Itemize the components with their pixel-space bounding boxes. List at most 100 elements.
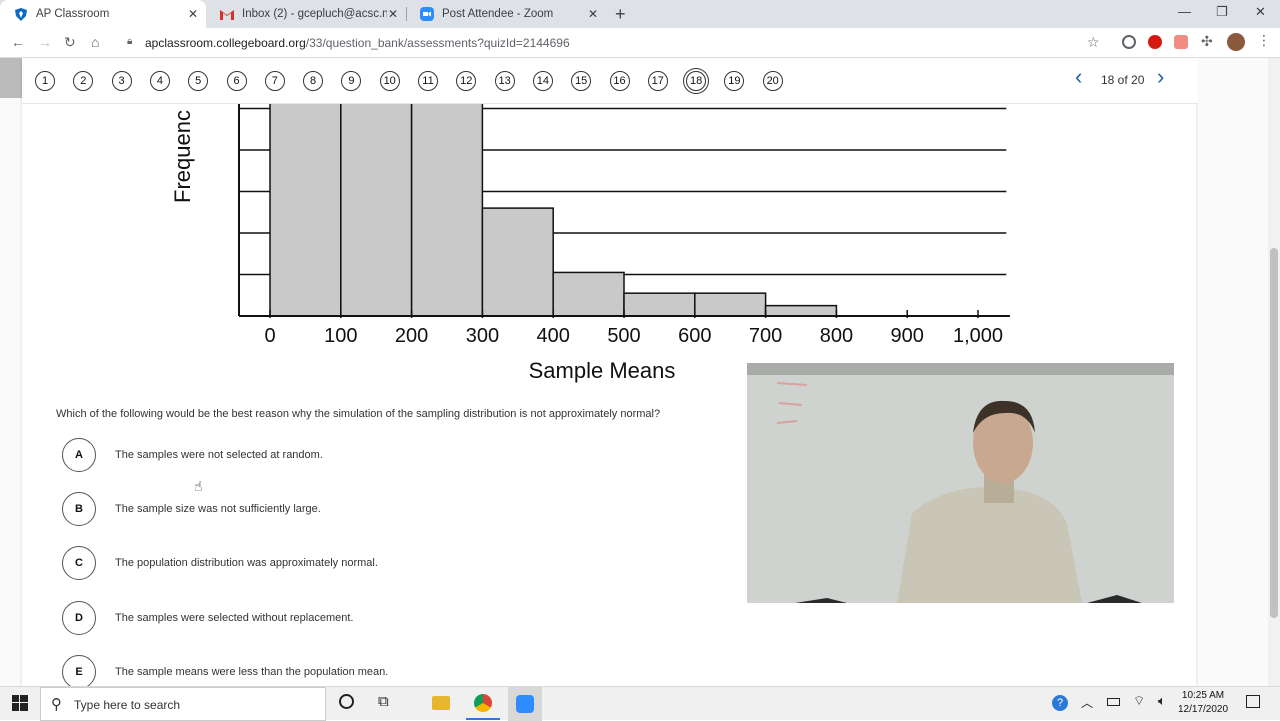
question-number-10[interactable]: 10 xyxy=(379,71,400,91)
question-number-16[interactable]: 16 xyxy=(609,71,630,91)
question-number-15[interactable]: 15 xyxy=(571,71,592,91)
bookmark-star-icon[interactable]: ☆ xyxy=(1087,34,1100,51)
answer-option-a[interactable]: A The samples were not selected at rando… xyxy=(62,438,323,472)
address-bar[interactable]: apclassroom.collegeboard.org/33/question… xyxy=(145,36,570,50)
answer-option-b[interactable]: B The sample size was not sufficiently l… xyxy=(62,492,321,526)
question-number-6[interactable]: 6 xyxy=(226,71,247,91)
tab-title: Inbox (2) - gcepluch@acsc.net - xyxy=(242,8,387,20)
question-card: 0 100 200 300 400 500 600 700 800 900 1,000 Freque… xyxy=(22,58,1196,686)
chart-bars xyxy=(269,99,838,317)
histogram-bar xyxy=(340,99,413,317)
close-window-icon[interactable]: ✕ xyxy=(1255,4,1266,20)
option-text: The population distribution was approxim… xyxy=(115,557,378,569)
wifi-icon[interactable]: ⌔ xyxy=(1133,693,1145,709)
close-tab-icon[interactable]: ✕ xyxy=(188,7,198,21)
question-number-11[interactable]: 11 xyxy=(418,71,438,91)
option-letter[interactable]: B xyxy=(62,492,96,526)
cortana-icon[interactable] xyxy=(339,694,354,709)
question-number-19[interactable]: 19 xyxy=(724,71,745,91)
question-number-9[interactable]: 9 xyxy=(341,71,362,91)
question-count: 18 of 20 xyxy=(1101,73,1145,87)
help-icon[interactable]: ? xyxy=(1052,695,1068,711)
lock-icon[interactable]: 🔒︎ xyxy=(127,36,132,47)
gmail-icon xyxy=(220,7,234,21)
extension-circle-icon[interactable] xyxy=(1122,35,1136,49)
profile-avatar[interactable] xyxy=(1227,33,1245,51)
answer-option-d[interactable]: D The samples were selected without repl… xyxy=(62,601,353,635)
option-letter[interactable]: A xyxy=(62,438,96,472)
taskbar-search-box[interactable]: ⚲ Type here to search xyxy=(40,687,326,721)
x-tick-label: 700 xyxy=(749,325,782,347)
x-tick-label: 500 xyxy=(607,325,640,347)
histogram-bar xyxy=(764,304,838,317)
chrome-taskbar-icon[interactable] xyxy=(474,694,492,712)
url-host: apclassroom.collegeboard.org xyxy=(145,36,306,50)
question-number-20[interactable]: 20 xyxy=(762,71,783,91)
zoom-taskbar-icon xyxy=(516,695,534,713)
histogram-bar xyxy=(410,99,484,317)
windows-start-icon[interactable] xyxy=(12,695,28,716)
question-number-2[interactable]: 2 xyxy=(73,71,94,91)
new-tab-icon[interactable]: + xyxy=(615,4,626,25)
x-tick-label: 0 xyxy=(264,325,275,347)
file-explorer-icon[interactable] xyxy=(432,696,450,710)
back-icon[interactable]: ← xyxy=(11,34,25,50)
previous-question-icon[interactable]: ‹ xyxy=(1075,64,1082,90)
show-hidden-icons-icon[interactable]: ︿ xyxy=(1081,694,1093,711)
option-text: The sample size was not sufficiently lar… xyxy=(115,503,321,515)
clock-date: 12/17/2020 xyxy=(1178,704,1229,715)
question-number-4[interactable]: 4 xyxy=(149,71,170,91)
extensions-puzzle-icon[interactable]: ✣ xyxy=(1201,33,1213,50)
question-number-7[interactable]: 7 xyxy=(264,71,285,91)
option-text: The samples were selected without replac… xyxy=(115,612,354,624)
tab-gmail-inbox[interactable]: Inbox (2) - gcepluch@acsc.net - ✕ xyxy=(206,0,406,28)
question-number-12[interactable]: 12 xyxy=(456,71,477,91)
tab-ap-classroom[interactable]: AP Classroom ✕ xyxy=(0,0,206,28)
option-letter[interactable]: C xyxy=(62,546,96,580)
x-tick-label: 400 xyxy=(537,325,570,347)
browser-tab-strip: AP Classroom ✕ Inbox (2) - gcepluch@acsc… xyxy=(0,0,1280,28)
option-letter[interactable]: D xyxy=(62,601,96,635)
page-scrollbar[interactable] xyxy=(1268,58,1280,686)
question-number-1[interactable]: 1 xyxy=(35,71,55,91)
screencast-extension-icon[interactable] xyxy=(1174,35,1188,49)
scrollbar-thumb[interactable] xyxy=(1270,248,1278,618)
close-tab-icon[interactable]: ✕ xyxy=(388,7,398,21)
question-number-3[interactable]: 3 xyxy=(111,71,132,91)
browser-menu-icon[interactable]: ⋮ xyxy=(1257,32,1271,49)
opera-extension-icon[interactable] xyxy=(1148,35,1162,49)
question-number-13[interactable]: 13 xyxy=(494,71,515,91)
x-tick-label: 1,000 xyxy=(953,325,1003,347)
close-tab-icon[interactable]: ✕ xyxy=(588,7,598,21)
tab-title: AP Classroom xyxy=(36,8,110,20)
browser-toolbar: ← → ↻ ⌂ 🔒︎ apclassroom.collegeboard.org/… xyxy=(0,28,1280,58)
tab-zoom[interactable]: Post Attendee - Zoom ✕ xyxy=(406,0,606,28)
webcam-person-image xyxy=(747,363,1174,603)
maximize-window-icon[interactable]: ❐ xyxy=(1216,4,1228,20)
url-path: /33/question_bank/assessments?quizId=214… xyxy=(305,36,570,50)
question-number-5[interactable]: 5 xyxy=(188,71,209,91)
notifications-icon[interactable] xyxy=(1246,695,1260,708)
task-view-icon[interactable]: ⧉ xyxy=(378,693,389,710)
answer-option-c[interactable]: C The population distribution was approx… xyxy=(62,546,378,580)
x-axis-label: Sample Means xyxy=(529,358,676,383)
search-placeholder: Type here to search xyxy=(74,698,181,712)
battery-icon[interactable] xyxy=(1107,698,1120,706)
answer-option-e[interactable]: E The sample means were less than the po… xyxy=(62,655,388,686)
forward-icon[interactable]: → xyxy=(38,34,52,50)
next-question-icon[interactable]: › xyxy=(1157,64,1164,90)
question-number-14[interactable]: 14 xyxy=(532,71,553,91)
question-number-18[interactable]: 18 xyxy=(686,71,707,91)
page-content: 0 100 200 300 400 500 600 700 800 900 1,000 Freque… xyxy=(0,58,1280,686)
option-text: The samples were not selected at random. xyxy=(115,449,323,461)
home-icon[interactable]: ⌂ xyxy=(91,34,99,50)
volume-icon[interactable]: 🔈︎ xyxy=(1158,693,1166,709)
y-axis-label: Frequenc xyxy=(172,110,195,203)
option-letter[interactable]: E xyxy=(62,655,96,686)
reload-icon[interactable]: ↻ xyxy=(64,34,76,51)
question-number-8[interactable]: 8 xyxy=(303,71,324,91)
minimize-window-icon[interactable]: — xyxy=(1178,4,1191,19)
taskbar-clock[interactable]: 10:25 AM 12/17/2020 xyxy=(1178,689,1228,717)
question-number-17[interactable]: 17 xyxy=(647,71,668,91)
histogram-bar xyxy=(269,99,342,317)
